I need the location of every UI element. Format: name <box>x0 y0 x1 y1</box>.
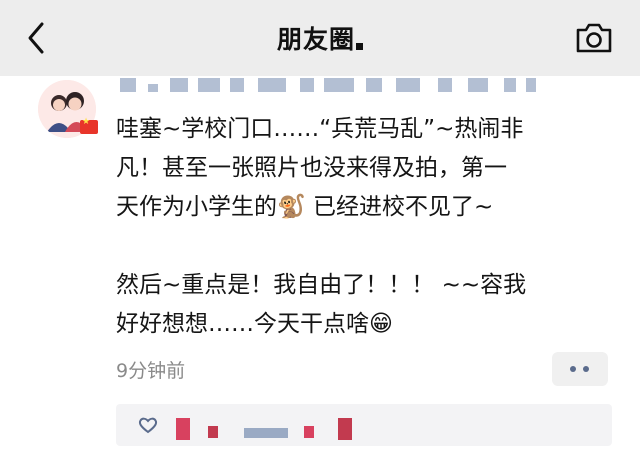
more-dots-icon[interactable] <box>552 352 608 386</box>
post-time: 9分钟前 <box>116 360 186 382</box>
title-dot <box>356 43 363 50</box>
username-blurred[interactable] <box>118 74 538 100</box>
liker-name-blurred[interactable] <box>244 428 288 438</box>
likes-bar <box>116 404 612 446</box>
liker-name-blurred[interactable] <box>208 426 218 438</box>
heart-outline-icon <box>138 416 158 434</box>
china-flag-icon <box>80 117 98 134</box>
liker-name-blurred[interactable] <box>304 426 314 438</box>
page-title: 朋友圈 <box>0 20 640 56</box>
camera-icon[interactable] <box>575 22 613 54</box>
post-text: 哇塞~学校门口……“兵荒马乱”~热闹非 凡！甚至一张照片也没来得及拍，第一 天作… <box>116 116 527 337</box>
page-title-text: 朋友圈 <box>276 25 355 54</box>
liker-name-blurred[interactable] <box>338 418 352 440</box>
liker-name-blurred[interactable] <box>176 418 190 440</box>
navbar: 朋友圈 <box>0 0 640 76</box>
